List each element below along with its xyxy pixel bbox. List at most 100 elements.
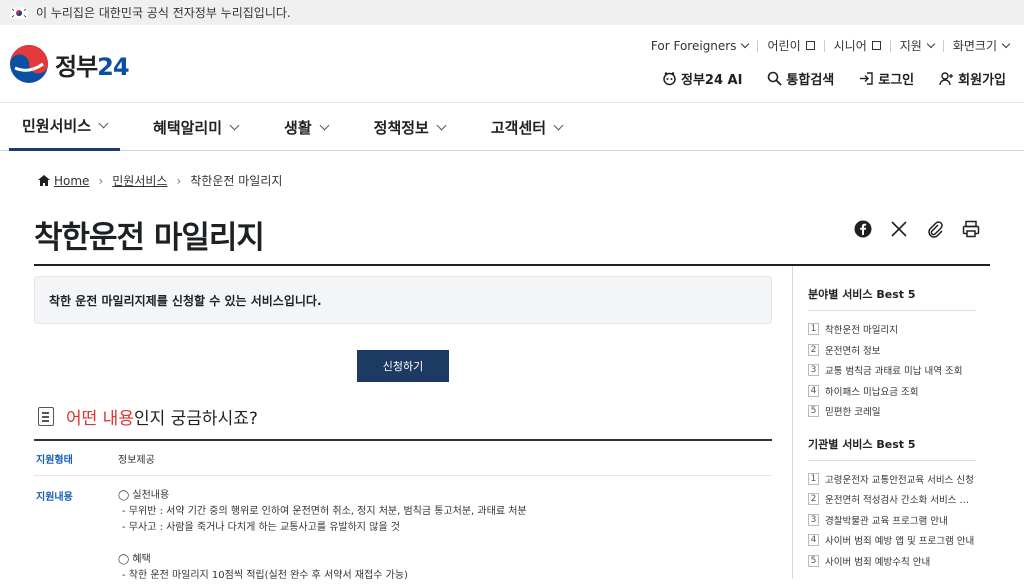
nav-label: 민원서비스 bbox=[22, 117, 92, 135]
best-org-list: 1 고령운전자 교통안전교육 서비스 신청 2 운전면허 적성검사 간소화 서비스 … bbox=[808, 469, 976, 572]
x-twitter-icon[interactable] bbox=[890, 220, 910, 240]
best-field-title: 분야별 서비스 Best 5 bbox=[808, 286, 976, 311]
support-menu[interactable]: 지원 bbox=[899, 37, 936, 54]
ai-button[interactable]: 정부24 AI bbox=[662, 69, 742, 88]
chevron-down-icon bbox=[98, 118, 109, 129]
list-item[interactable]: 4 사이버 범죄 예방 앱 및 프로그램 안내 bbox=[808, 530, 976, 551]
support-label: 지원 bbox=[899, 39, 922, 53]
user-plus-icon bbox=[939, 72, 954, 86]
main-nav: 민원서비스 혜택알리미 생활 정책정보 고객센터 bbox=[0, 103, 1024, 151]
kids-link[interactable]: 어린이 bbox=[767, 37, 815, 54]
zoom-label: 화면크기 bbox=[952, 39, 997, 53]
link-clip-icon[interactable] bbox=[926, 220, 946, 240]
list-item-label: 사이버 범죄 예방 앱 및 프로그램 안내 bbox=[825, 536, 975, 548]
share-tools bbox=[854, 220, 982, 240]
list-item[interactable]: 3 경찰박물관 교육 프로그램 안내 bbox=[808, 510, 976, 531]
header-actions: 정부24 AI 통합검색 로그인 회원가입 bbox=[662, 69, 1006, 88]
detail-key: 지원형태 bbox=[36, 454, 73, 466]
nav-life[interactable]: 생활 bbox=[271, 103, 341, 151]
taegeuk-logo-icon bbox=[10, 45, 48, 83]
home-icon bbox=[38, 175, 50, 186]
nav-civil-service[interactable]: 민원서비스 bbox=[9, 103, 121, 151]
gov-banner: 이 누리집은 대한민국 공식 전자정부 누리집입니다. bbox=[0, 0, 1024, 25]
list-item[interactable]: 1 고령운전자 교통안전교육 서비스 신청 bbox=[808, 469, 976, 490]
list-item-label: 경찰박물관 교육 프로그램 안내 bbox=[825, 515, 948, 527]
logo-text: 정부24 bbox=[55, 47, 130, 82]
breadcrumb-home[interactable]: Home bbox=[54, 174, 89, 188]
detail-line: - 무사고 : 사람을 죽거나 다치게 하는 교통사고를 유발하지 않을 것 bbox=[122, 522, 400, 533]
list-item[interactable]: 1 착한운전 마일리지 bbox=[808, 319, 976, 340]
chevron-down-icon bbox=[1001, 39, 1011, 48]
nav-benefits[interactable]: 혜택알리미 bbox=[140, 103, 251, 151]
senior-label: 시니어 bbox=[833, 39, 867, 53]
search-label: 통합검색 bbox=[786, 73, 835, 88]
external-link-icon bbox=[871, 41, 881, 50]
divider bbox=[823, 39, 825, 52]
ai-bot-icon bbox=[663, 72, 676, 86]
list-item[interactable]: 2 운전면허 적성검사 간소화 서비스 신청 bbox=[808, 489, 976, 510]
detail-line: ◯ 실천내용 bbox=[118, 490, 170, 501]
nav-label: 고객센터 bbox=[490, 118, 547, 137]
rank-number: 5 bbox=[808, 554, 819, 567]
rank-number: 4 bbox=[808, 534, 819, 547]
chevron-down-icon bbox=[436, 120, 447, 130]
detail-line bbox=[118, 536, 772, 552]
list-item[interactable]: 5 믿편한 코레일 bbox=[808, 401, 976, 422]
header: 정부24 For Foreigners 어린이 시니어 지원 화면크기 정부24… bbox=[0, 25, 1024, 103]
chevron-down-icon bbox=[229, 120, 240, 130]
nav-policy[interactable]: 정책정보 bbox=[361, 103, 458, 151]
nav-customer-center[interactable]: 고객센터 bbox=[478, 103, 575, 151]
signup-label: 회원가입 bbox=[958, 73, 1006, 88]
list-item-label: 운전면허 적성검사 간소화 서비스 신청 bbox=[825, 495, 976, 507]
list-item[interactable]: 4 하이패스 미납요금 조회 bbox=[808, 381, 976, 402]
rank-number: 3 bbox=[808, 364, 819, 377]
korea-flag-icon bbox=[10, 6, 28, 19]
login-label: 로그인 bbox=[878, 73, 915, 88]
gov-banner-text: 이 누리집은 대한민국 공식 전자정부 누리집입니다. bbox=[36, 6, 291, 20]
zoom-menu[interactable]: 화면크기 bbox=[952, 37, 1011, 54]
detail-row-type: 지원형태 정보제공 bbox=[34, 441, 772, 476]
divider bbox=[757, 39, 759, 52]
senior-link[interactable]: 시니어 bbox=[834, 37, 881, 54]
list-item-label: 사이버 범죄 예방수칙 안내 bbox=[825, 556, 931, 568]
service-summary: 착한 운전 마일리지제를 신청할 수 있는 서비스입니다. bbox=[34, 276, 772, 324]
print-icon[interactable] bbox=[962, 220, 982, 240]
facebook-icon[interactable] bbox=[854, 220, 874, 240]
external-link-icon bbox=[805, 41, 815, 50]
list-item[interactable]: 3 교통 범칙금 과태료 미납 내역 조회 bbox=[808, 360, 976, 381]
breadcrumb-civil-service[interactable]: 민원서비스 bbox=[112, 172, 167, 189]
for-foreigners-menu[interactable]: For Foreigners bbox=[651, 39, 750, 53]
apply-button[interactable]: 신청하기 bbox=[357, 350, 449, 382]
nav-label: 정책정보 bbox=[373, 118, 429, 137]
detail-key: 지원내용 bbox=[36, 492, 73, 503]
login-button[interactable]: 로그인 bbox=[859, 69, 914, 88]
nav-label: 혜택알리미 bbox=[153, 118, 223, 137]
list-item-label: 고령운전자 교통안전교육 서비스 신청 bbox=[825, 474, 974, 486]
rank-number: 3 bbox=[808, 513, 819, 526]
sidebar: 분야별 서비스 Best 5 1 착한운전 마일리지 2 운전면허 정보 3 교통 범… bbox=[808, 266, 976, 571]
list-item-label: 하이패스 미납요금 조회 bbox=[825, 386, 919, 398]
main-content: 착한 운전 마일리지제를 신청할 수 있는 서비스입니다. 신청하기 어떤 내용… bbox=[34, 266, 772, 584]
signup-button[interactable]: 회원가입 bbox=[939, 69, 1006, 88]
list-item-label: 착한운전 마일리지 bbox=[825, 325, 898, 337]
kids-label: 어린이 bbox=[767, 39, 801, 53]
chevron-right-icon: › bbox=[98, 173, 104, 188]
utility-nav: For Foreigners 어린이 시니어 지원 화면크기 bbox=[651, 37, 1011, 54]
list-item[interactable]: 2 운전면허 정보 bbox=[808, 340, 976, 361]
logo-text-a: 정부 bbox=[55, 52, 98, 81]
list-item-label: 교통 범칙금 과태료 미납 내역 조회 bbox=[825, 366, 963, 378]
rank-number: 2 bbox=[808, 343, 819, 356]
detail-line: ◯ 혜택 bbox=[118, 554, 151, 565]
logo-text-b: 24 bbox=[97, 52, 129, 81]
rank-number: 1 bbox=[808, 323, 819, 336]
logo[interactable]: 정부24 bbox=[9, 44, 130, 84]
sidebar-divider bbox=[792, 266, 793, 579]
rank-number: 5 bbox=[808, 405, 819, 418]
chevron-down-icon bbox=[741, 39, 750, 48]
page-title: 착한운전 마일리지 bbox=[34, 220, 265, 256]
search-button[interactable]: 통합검색 bbox=[767, 69, 834, 88]
rank-number: 1 bbox=[808, 472, 819, 485]
best-field-list: 1 착한운전 마일리지 2 운전면허 정보 3 교통 범칙금 과태료 미납 내역 조회… bbox=[808, 319, 976, 422]
list-item[interactable]: 5 사이버 범죄 예방수칙 안내 bbox=[808, 551, 976, 572]
rank-number: 4 bbox=[808, 384, 819, 397]
